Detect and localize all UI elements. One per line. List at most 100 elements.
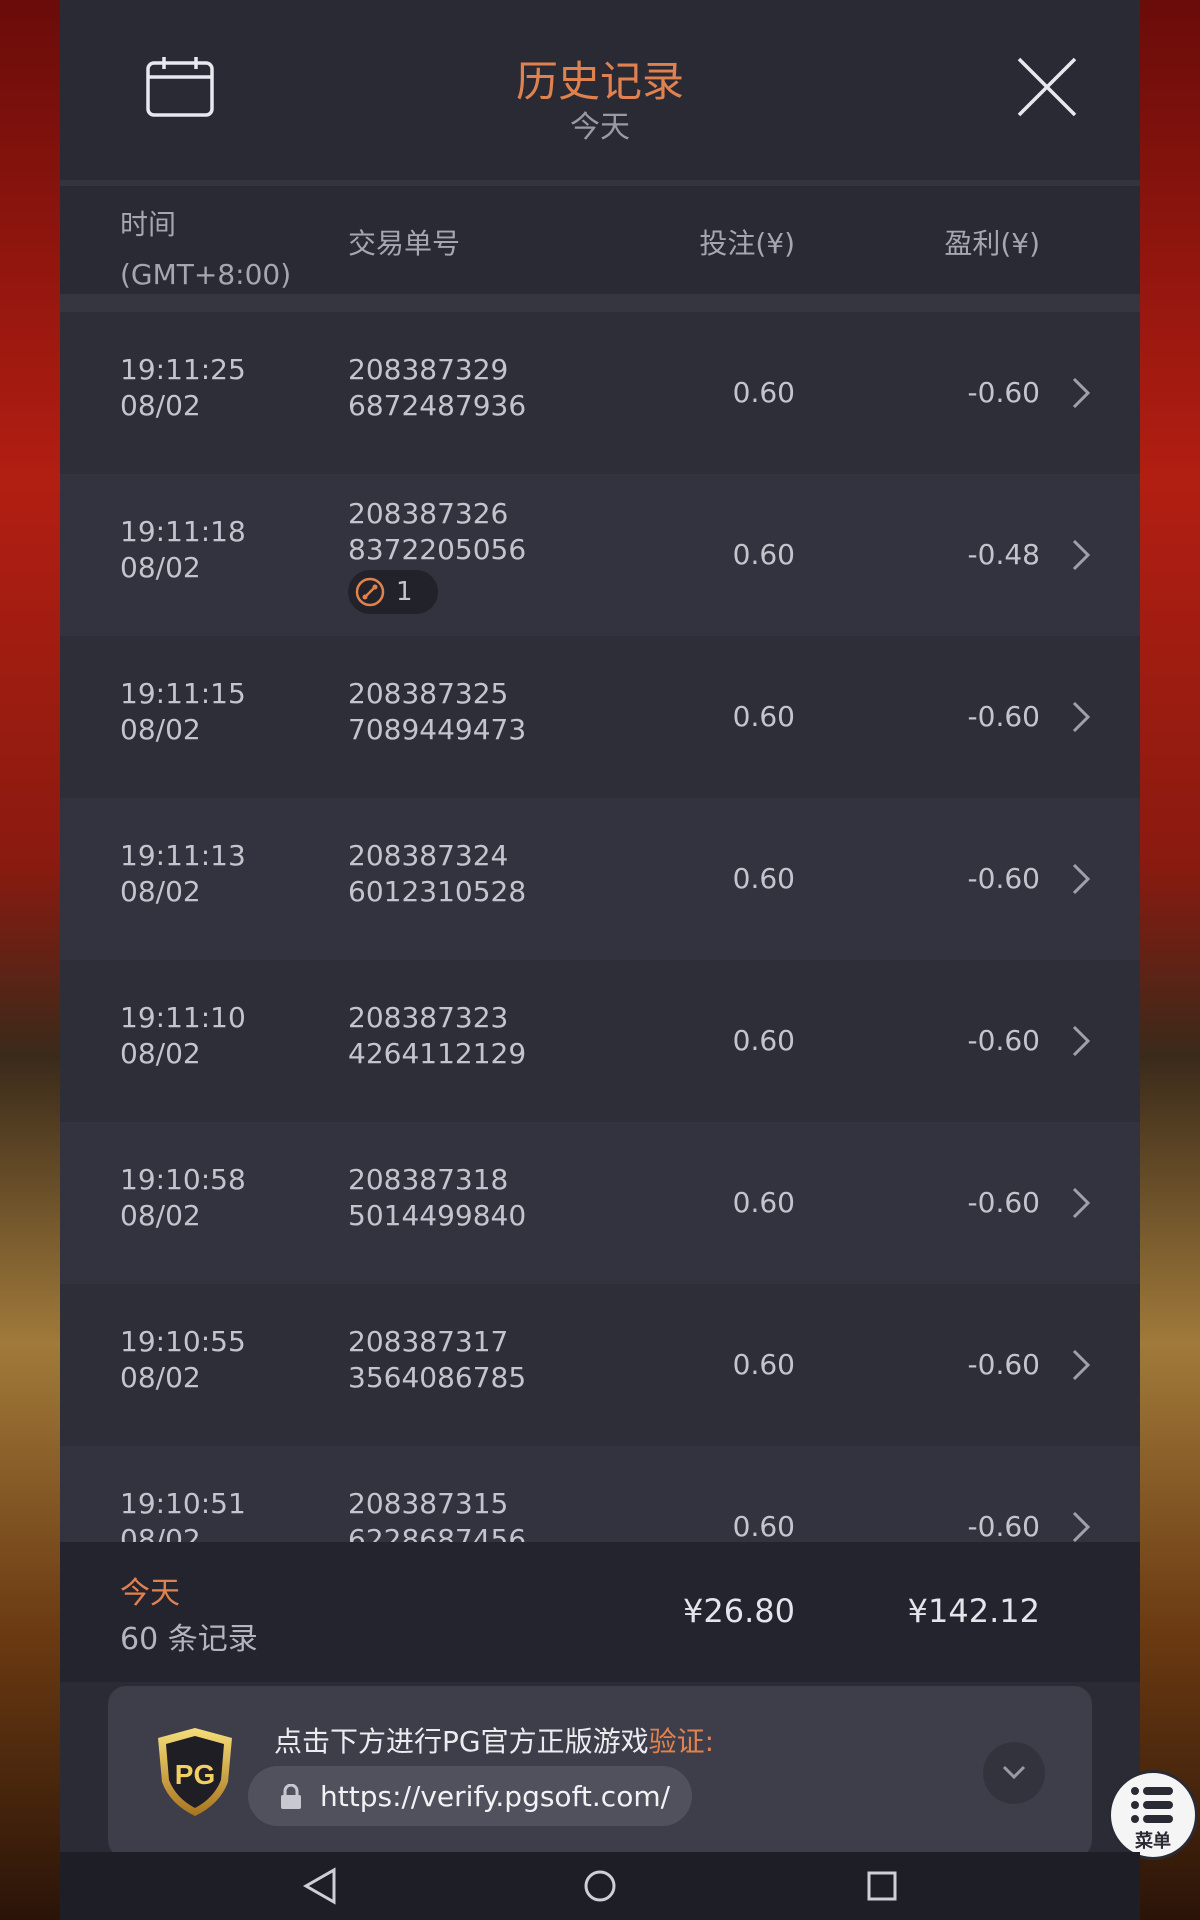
background-right <box>1140 0 1200 1920</box>
row-txn-id-part1: 208387325 <box>348 677 509 710</box>
table-row[interactable]: 19:10:55 08/02 208387317 3564086785 0.60… <box>60 1284 1140 1446</box>
row-time: 19:11:10 <box>120 1001 246 1034</box>
row-bet: 0.60 <box>732 1186 795 1219</box>
row-txn-id-part1: 208387318 <box>348 1163 509 1196</box>
row-txn-id-part2: 6228687456 <box>348 1523 527 1542</box>
verify-banner: PG 点击下方进行PG官方正版游戏验证: https://verify.pgso… <box>108 1686 1092 1858</box>
row-bet: 0.60 <box>732 1510 795 1542</box>
row-date: 08/02 <box>120 1361 201 1394</box>
history-panel: 历史记录 今天 时间 (GMT+8:00) 交易单号 投注(¥) 盈利(¥) 1… <box>60 0 1140 1920</box>
total-profit: ¥142.12 <box>907 1592 1040 1630</box>
column-time-zone: (GMT+8:00) <box>120 258 292 291</box>
row-txn-id-part2: 5014499840 <box>348 1199 527 1232</box>
row-time: 19:11:15 <box>120 677 246 710</box>
row-profit: -0.60 <box>967 1024 1040 1057</box>
total-bet: ¥26.80 <box>683 1592 795 1630</box>
header: 历史记录 今天 <box>60 0 1140 186</box>
record-count: 60 条记录 <box>120 1622 258 1657</box>
row-bet: 0.60 <box>732 700 795 733</box>
row-time: 19:11:18 <box>120 515 246 548</box>
column-bet: 投注(¥) <box>699 227 795 260</box>
chevron-right-icon[interactable] <box>1070 376 1092 410</box>
row-profit: -0.60 <box>967 1510 1040 1542</box>
row-txn-id-part1: 208387315 <box>348 1487 509 1520</box>
row-time: 19:10:51 <box>120 1487 246 1520</box>
column-txn-id: 交易单号 <box>348 227 461 260</box>
verify-text: 点击下方进行PG官方正版游戏 <box>274 1725 649 1758</box>
row-profit: -0.60 <box>967 1348 1040 1381</box>
menu-button[interactable]: 菜单 <box>1108 1770 1198 1860</box>
row-date: 08/02 <box>120 551 201 584</box>
row-profit: -0.60 <box>967 700 1040 733</box>
chevron-right-icon[interactable] <box>1070 1348 1092 1382</box>
row-txn-id-part2: 8372205056 <box>348 533 527 566</box>
table-row[interactable]: 19:11:10 08/02 208387323 4264112129 0.60… <box>60 960 1140 1122</box>
row-time: 19:10:55 <box>120 1325 246 1358</box>
row-txn-id-part2: 6012310528 <box>348 875 527 908</box>
nav-home-icon[interactable] <box>582 1866 618 1906</box>
row-date: 08/02 <box>120 1037 201 1070</box>
row-bet: 0.60 <box>732 862 795 895</box>
chevron-right-icon[interactable] <box>1070 1510 1092 1542</box>
divider <box>60 294 1140 312</box>
table-row[interactable]: 19:10:51 08/02 208387315 6228687456 0.60… <box>60 1446 1140 1542</box>
free-spin-icon <box>355 577 385 607</box>
row-date: 08/02 <box>120 1199 201 1232</box>
summary-footer: 今天 60 条记录 ¥26.80 ¥142.12 <box>60 1542 1140 1682</box>
row-bet: 0.60 <box>732 1024 795 1057</box>
chevron-right-icon[interactable] <box>1070 862 1092 896</box>
row-time: 19:10:58 <box>120 1163 246 1196</box>
menu-label: 菜单 <box>1135 1831 1171 1852</box>
table-row[interactable]: 19:11:13 08/02 208387324 6012310528 0.60… <box>60 798 1140 960</box>
verify-highlight: 验证: <box>648 1725 715 1758</box>
free-spin-badge: 1 <box>348 570 438 614</box>
page-title: 历史记录 <box>515 57 684 106</box>
chevron-right-icon[interactable] <box>1070 1024 1092 1058</box>
row-txn-id-part1: 208387326 <box>348 497 509 530</box>
row-date: 08/02 <box>120 875 201 908</box>
column-time: 时间 (GMT+8:00) <box>120 200 291 300</box>
row-txn-id-part2: 3564086785 <box>348 1361 527 1394</box>
close-icon[interactable] <box>1015 55 1079 119</box>
row-bet: 0.60 <box>732 538 795 571</box>
row-time: 19:11:25 <box>120 353 246 386</box>
column-profit: 盈利(¥) <box>944 227 1040 260</box>
verify-url: https://verify.pgsoft.com/ <box>320 1780 671 1813</box>
nav-back-icon[interactable] <box>302 1866 338 1906</box>
row-txn-id-part1: 208387329 <box>348 353 509 386</box>
row-txn-id-part2: 4264112129 <box>348 1037 527 1070</box>
row-txn-id-part1: 208387317 <box>348 1325 509 1358</box>
table-row[interactable]: 19:11:18 08/02 208387326 8372205056 1 0.… <box>60 474 1140 636</box>
table-row[interactable]: 19:10:58 08/02 208387318 5014499840 0.60… <box>60 1122 1140 1284</box>
row-profit: -0.60 <box>967 862 1040 895</box>
lock-icon <box>281 1784 301 1809</box>
chevron-right-icon[interactable] <box>1070 1186 1092 1220</box>
nav-recent-apps-icon[interactable] <box>866 1870 898 1902</box>
row-time: 19:11:13 <box>120 839 246 872</box>
background-left <box>0 0 60 1920</box>
row-txn-id-part2: 6872487936 <box>348 389 527 422</box>
expand-button[interactable] <box>983 1742 1045 1804</box>
menu-list-icon <box>1131 1787 1173 1823</box>
row-date: 08/02 <box>120 389 201 422</box>
verify-url-link[interactable]: https://verify.pgsoft.com/ <box>248 1766 692 1826</box>
chevron-right-icon[interactable] <box>1070 700 1092 734</box>
row-txn-id-part1: 208387323 <box>348 1001 509 1034</box>
page-subtitle: 今天 <box>570 110 630 145</box>
table-row[interactable]: 19:11:25 08/02 208387329 6872487936 0.60… <box>60 312 1140 474</box>
verify-message: 点击下方进行PG官方正版游戏验证: <box>274 1720 714 1760</box>
row-date: 08/02 <box>120 1523 201 1542</box>
column-time-label: 时间 <box>120 208 177 241</box>
row-bet: 0.60 <box>732 376 795 409</box>
row-bet: 0.60 <box>732 1348 795 1381</box>
row-profit: -0.48 <box>967 538 1040 571</box>
row-profit: -0.60 <box>967 376 1040 409</box>
column-header: 时间 (GMT+8:00) 交易单号 投注(¥) 盈利(¥) <box>60 186 1140 294</box>
chevron-right-icon[interactable] <box>1070 538 1092 572</box>
table-row[interactable]: 19:11:15 08/02 208387325 7089449473 0.60… <box>60 636 1140 798</box>
summary-period: 今天 <box>120 1576 180 1611</box>
pg-logo-text: PG <box>175 1759 215 1790</box>
history-list[interactable]: 19:11:25 08/02 208387329 6872487936 0.60… <box>60 312 1140 1542</box>
row-date: 08/02 <box>120 713 201 746</box>
row-txn-id-part2: 7089449473 <box>348 713 527 746</box>
